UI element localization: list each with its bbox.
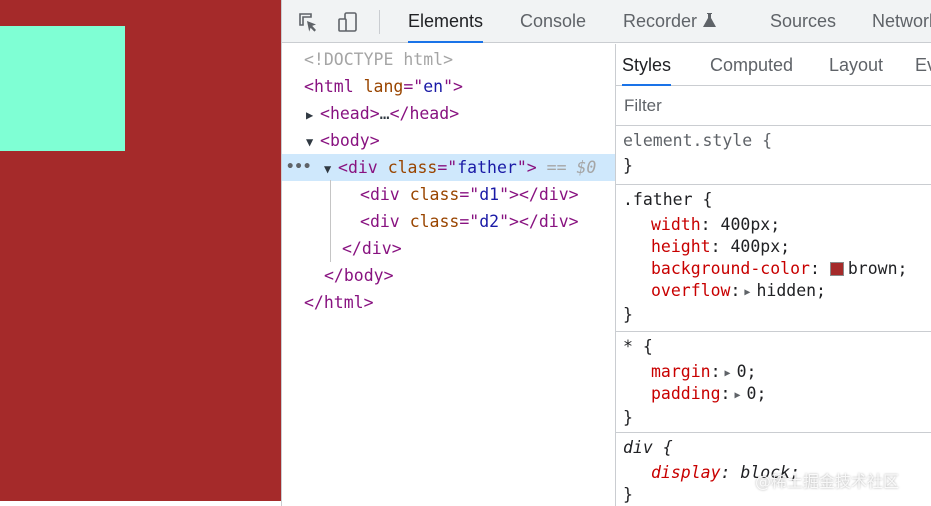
d2-close-tag: div bbox=[538, 212, 569, 231]
prop-value: 0; bbox=[736, 362, 757, 381]
prop-padding[interactable]: padding: ▶ 0; bbox=[651, 383, 766, 405]
d2-tag: div bbox=[369, 212, 400, 231]
father-close-node[interactable]: </div> bbox=[282, 235, 615, 262]
html-tag: html bbox=[313, 77, 354, 96]
prop-value: brown; bbox=[847, 259, 908, 278]
d2-attr-name: class bbox=[409, 212, 460, 231]
d2-attr-value: d2 bbox=[479, 212, 500, 231]
universal-selector[interactable]: * { bbox=[623, 337, 653, 356]
expand-shorthand-icon[interactable]: ▶ bbox=[734, 385, 740, 407]
prop-name: margin bbox=[651, 362, 711, 381]
html-close-tag: html bbox=[323, 293, 364, 312]
prop-name: background-color bbox=[651, 259, 810, 278]
d2-node[interactable]: <div class="d2"></div> bbox=[282, 208, 615, 235]
subtab-styles[interactable]: Styles bbox=[622, 44, 672, 86]
d1-attr-name: class bbox=[409, 185, 460, 204]
d1-tag: div bbox=[369, 185, 400, 204]
prop-name: display bbox=[651, 463, 721, 482]
row-actions-icon[interactable]: ••• bbox=[286, 154, 311, 181]
d1-close-tag: div bbox=[538, 185, 569, 204]
watermark: @稀土掘金技术社区 bbox=[755, 472, 900, 491]
html-attr-value: en bbox=[423, 77, 444, 96]
prop-value: 400px; bbox=[730, 237, 791, 256]
doctype-text: <!DOCTYPE html> bbox=[304, 50, 454, 69]
prop-height[interactable]: height: 400px; bbox=[651, 236, 790, 258]
father-node-selected[interactable]: ••• ▼ <div class="father"> == $0 bbox=[282, 154, 615, 181]
subtab-layout[interactable]: Layout bbox=[829, 44, 883, 86]
d1-node[interactable]: <div class="d1"></div> bbox=[282, 181, 615, 208]
father-close: } bbox=[623, 305, 633, 324]
prop-overflow[interactable]: overflow: ▶ hidden; bbox=[651, 280, 826, 302]
tab-recorder-label: Recorder bbox=[623, 11, 698, 31]
prop-name: height bbox=[651, 237, 711, 256]
tab-elements[interactable]: Elements bbox=[408, 0, 484, 43]
expand-shorthand-icon[interactable]: ▶ bbox=[744, 282, 750, 304]
subtab-event-listeners[interactable]: Ev bbox=[915, 44, 931, 86]
body-tag: body bbox=[329, 131, 370, 150]
rule-element-style: element.style { } bbox=[616, 127, 931, 185]
prop-name: padding bbox=[651, 384, 721, 403]
body-node[interactable]: ▼ <body> bbox=[282, 127, 615, 154]
styles-pane: Styles Computed Layout Ev element.style … bbox=[615, 44, 931, 506]
collapse-triangle-icon[interactable]: ▼ bbox=[306, 129, 320, 156]
subtab-computed[interactable]: Computed bbox=[710, 44, 793, 86]
collapse-triangle-icon[interactable]: ▼ bbox=[324, 156, 338, 183]
prop-name: overflow bbox=[651, 281, 731, 300]
head-node[interactable]: ▶ <head>…</head> bbox=[282, 100, 615, 127]
prop-value: hidden; bbox=[756, 281, 826, 300]
head-close-tag: head bbox=[409, 104, 450, 123]
body-close-node[interactable]: </body> bbox=[282, 262, 615, 289]
father-tag: div bbox=[347, 158, 378, 177]
prop-value: 400px; bbox=[720, 215, 781, 234]
color-swatch-icon[interactable] bbox=[829, 262, 844, 276]
filter-input[interactable] bbox=[624, 93, 924, 119]
html-attr-name: lang bbox=[363, 77, 404, 96]
tab-console[interactable]: Console bbox=[520, 0, 586, 43]
tab-recorder[interactable]: Recorder bbox=[623, 0, 717, 44]
father-attr-name: class bbox=[387, 158, 438, 177]
d1-attr-value: d1 bbox=[479, 185, 500, 204]
universal-close: } bbox=[623, 408, 633, 427]
flask-icon bbox=[703, 1, 717, 44]
dom-tree: <!DOCTYPE html> <html lang="en"> ▶ <head>… bbox=[282, 44, 615, 506]
tab-network[interactable]: Network bbox=[872, 0, 931, 43]
body-close-tag: body bbox=[343, 266, 384, 285]
page-viewport bbox=[0, 0, 281, 506]
devtools-toolbar: Elements Console Recorder Sources Networ… bbox=[282, 0, 931, 43]
prop-name: width bbox=[651, 215, 701, 234]
head-tag: head bbox=[329, 104, 370, 123]
rule-father: .father { width: 400px; height: 400px; b… bbox=[616, 186, 931, 332]
doctype-node[interactable]: <!DOCTYPE html> bbox=[282, 46, 615, 73]
prop-margin[interactable]: margin: ▶ 0; bbox=[651, 361, 756, 383]
div-selector[interactable]: div { bbox=[623, 438, 673, 457]
rule-universal: * { margin: ▶ 0; padding: ▶ 0; } bbox=[616, 333, 931, 433]
html-close-node[interactable]: </html> bbox=[282, 289, 615, 316]
head-ellipsis[interactable]: … bbox=[380, 104, 390, 123]
element-style-selector[interactable]: element.style { bbox=[623, 131, 772, 150]
viewport-bottom-strip bbox=[0, 501, 281, 506]
device-toolbar-icon[interactable] bbox=[335, 9, 361, 35]
devtools-panel: Elements Console Recorder Sources Networ… bbox=[281, 0, 931, 506]
tab-sources[interactable]: Sources bbox=[770, 0, 836, 43]
element-style-close: } bbox=[623, 156, 633, 175]
html-node[interactable]: <html lang="en"> bbox=[282, 73, 615, 100]
prop-width[interactable]: width: 400px; bbox=[651, 214, 780, 236]
prop-background-color[interactable]: background-color: brown; bbox=[651, 258, 907, 280]
filter-bar bbox=[616, 87, 931, 126]
inspect-element-icon[interactable] bbox=[295, 9, 321, 35]
prop-value: 0; bbox=[746, 384, 767, 403]
selected-node-marker: == $0 bbox=[546, 158, 597, 177]
father-selector[interactable]: .father { bbox=[623, 190, 712, 209]
father-attr-value: father bbox=[457, 158, 517, 177]
father-close-tag: div bbox=[361, 239, 392, 258]
div-close: } bbox=[623, 485, 633, 504]
styles-subtabs: Styles Computed Layout Ev bbox=[616, 44, 931, 86]
d1-block bbox=[0, 26, 125, 151]
toolbar-separator bbox=[379, 10, 380, 34]
expand-shorthand-icon[interactable]: ▶ bbox=[725, 363, 731, 385]
expand-triangle-icon[interactable]: ▶ bbox=[306, 102, 320, 129]
